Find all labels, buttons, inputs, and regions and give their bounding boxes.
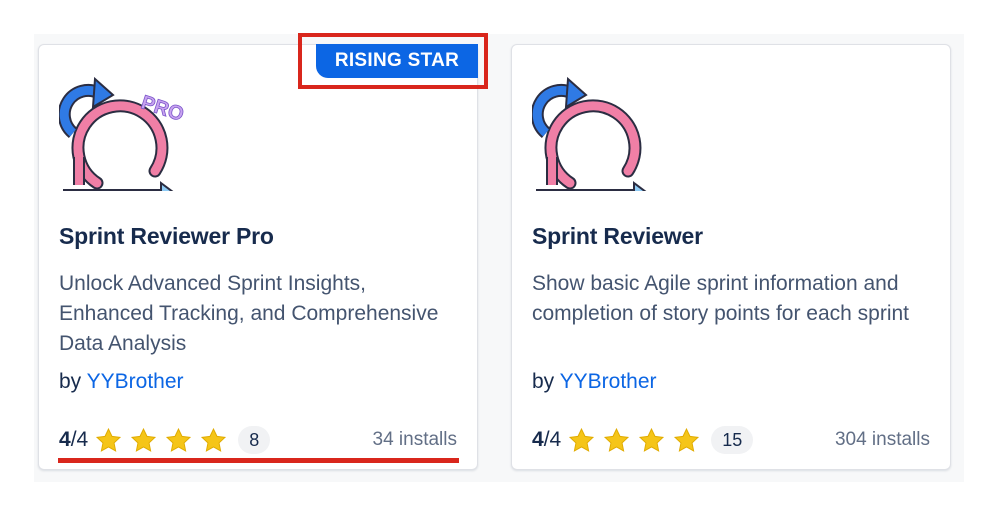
card-footer: 4/4 8 34 installs [59, 423, 457, 457]
install-count: 34 installs [372, 429, 458, 450]
star-icon [166, 427, 192, 452]
vendor-byline: by YYBrother [59, 370, 184, 394]
rating-score: 4/4 [59, 428, 88, 452]
app-card-sprint-reviewer[interactable]: Sprint Reviewer Show basic Agile sprint … [511, 44, 951, 470]
review-count-badge: 15 [711, 426, 754, 454]
highlight-box [298, 33, 488, 89]
sprint-cycle-arrow-icon [532, 76, 647, 191]
card-footer: 4/4 15 304 installs [532, 423, 930, 457]
install-count: 304 installs [834, 429, 930, 450]
rating-stars [567, 426, 701, 455]
star-icon [569, 427, 595, 452]
vendor-byline: by YYBrother [532, 370, 657, 394]
vendor-link[interactable]: YYBrother [560, 370, 657, 393]
star-icon [96, 427, 122, 452]
sprint-cycle-arrow-icon: PRO [59, 76, 187, 191]
rating-max: /4 [70, 428, 89, 451]
rating-score: 4/4 [532, 428, 561, 452]
by-prefix: by [532, 370, 555, 393]
app-card-sprint-reviewer-pro[interactable]: PRO Sprint Reviewer Pro Unlock Advanced … [38, 44, 478, 470]
rating-value: 4 [59, 428, 71, 451]
star-icon [201, 427, 227, 452]
vendor-link[interactable]: YYBrother [87, 370, 184, 393]
highlight-underline [58, 458, 459, 463]
rating-value: 4 [532, 428, 544, 451]
star-icon [604, 427, 630, 452]
app-title[interactable]: Sprint Reviewer [532, 223, 703, 250]
star-icon [131, 427, 157, 452]
star-icon [639, 427, 665, 452]
star-icon [674, 427, 700, 452]
review-count-badge: 8 [238, 426, 271, 454]
app-description: Show basic Agile sprint information and … [532, 272, 910, 325]
app-description: Unlock Advanced Sprint Insights, Enhance… [59, 272, 439, 355]
rating-max: /4 [543, 428, 562, 451]
rating-stars [94, 426, 228, 455]
by-prefix: by [59, 370, 82, 393]
app-title[interactable]: Sprint Reviewer Pro [59, 223, 274, 250]
